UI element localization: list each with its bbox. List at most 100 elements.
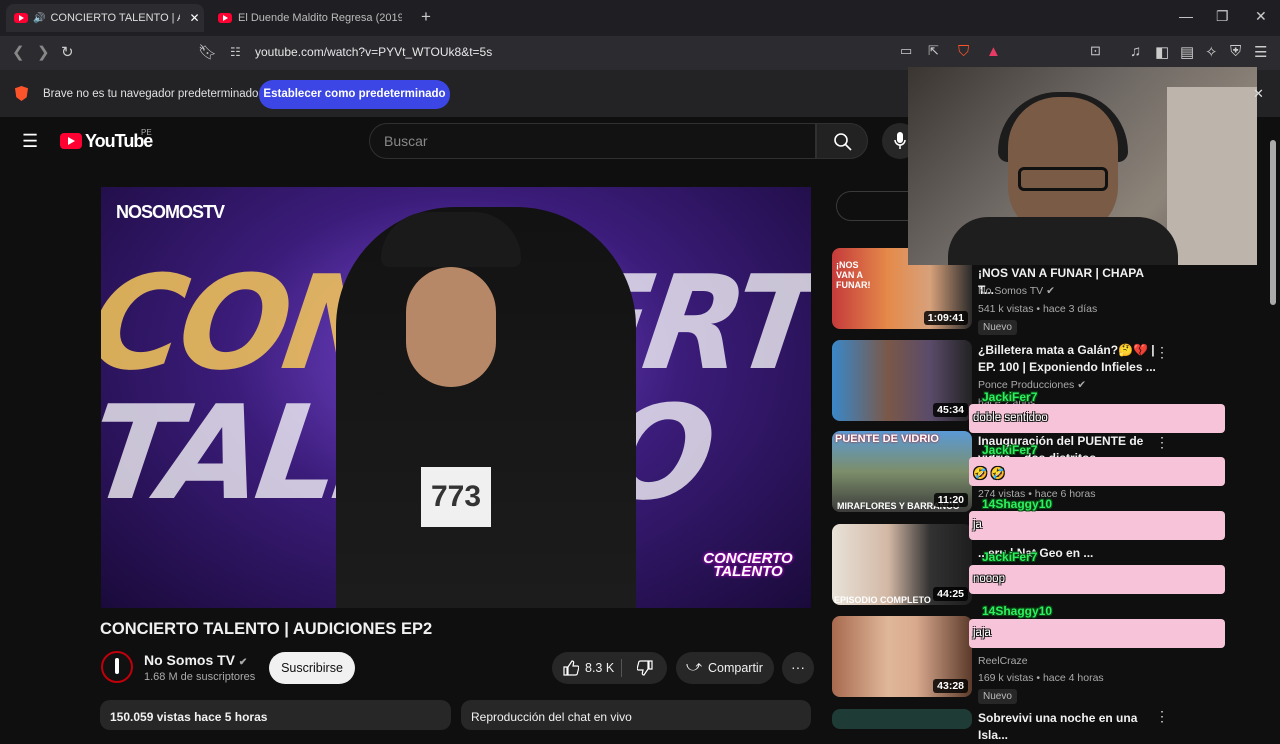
tab-title: El Duende Maldito Regresa (2019) Tr xyxy=(238,12,402,24)
scrollbar-thumb[interactable] xyxy=(1270,140,1276,305)
media-icon[interactable]: ♫ xyxy=(1130,43,1141,60)
related-title[interactable]: Sobrevivi una noche en una Isla... xyxy=(978,710,1158,744)
video-watermark: NOSOMOSTV xyxy=(116,202,225,222)
subscribe-button[interactable]: Suscribirse xyxy=(269,652,355,684)
more-actions-button[interactable]: ··· xyxy=(782,652,814,684)
bookmark-icon[interactable]: 🔖︎ xyxy=(198,43,217,61)
chat-message-bubble xyxy=(969,565,1225,594)
related-thumbnail[interactable]: PUENTE DE VIDRIO MIRAFLORES Y BARRANCO 1… xyxy=(832,431,972,512)
video-title: CONCIERTO TALENTO | AUDICIONES EP2 xyxy=(100,620,433,638)
new-tab-button[interactable]: + xyxy=(421,7,431,27)
channel-name[interactable]: No Somos TV ✔ xyxy=(144,652,247,668)
new-badge: Nuevo xyxy=(978,320,1017,335)
chat-message: 🤣 🤣 xyxy=(973,468,1005,480)
performer-face xyxy=(406,267,496,387)
video-player[interactable]: CON CIERTO TALENTO 773 NOSOMOSTV CONCIER… xyxy=(101,187,811,608)
microphone-icon xyxy=(894,132,906,149)
tab-inactive[interactable]: El Duende Maldito Regresa (2019) Tr xyxy=(212,4,402,32)
youtube-logo-icon[interactable] xyxy=(60,133,82,149)
chat-username: 14Shaggy10 xyxy=(982,604,1053,618)
search-icon xyxy=(834,133,852,151)
view-count: 150.059 vistas hace 5 horas xyxy=(110,710,268,724)
contestant-number: 773 xyxy=(421,467,491,527)
sidebar-toggle-icon[interactable]: ⊡ xyxy=(1090,43,1101,59)
thumbs-up-icon xyxy=(563,660,579,676)
forward-icon[interactable]: ❯ xyxy=(37,43,50,61)
search-input[interactable]: Buscar xyxy=(369,123,816,159)
set-default-button[interactable]: Establecer como predeterminado xyxy=(259,80,450,109)
more-options-icon[interactable]: ⋮ xyxy=(1155,434,1169,451)
brave-rewards-icon[interactable]: ▲ xyxy=(986,43,1001,60)
menu-icon[interactable]: ☰ xyxy=(1254,43,1267,61)
performer-figure xyxy=(336,207,636,608)
related-meta: 169 k vistas • hace 4 horas xyxy=(978,672,1104,684)
infobar-text: Brave no es tu navegador predeterminado xyxy=(43,88,259,100)
maximize-button[interactable]: ❐ xyxy=(1216,8,1229,25)
webcam-background xyxy=(1167,87,1257,265)
subscriber-count: 1.68 M de suscriptores xyxy=(144,671,256,683)
chat-username: JackiFer7 xyxy=(982,390,1038,404)
video-duration: 43:28 xyxy=(933,679,968,693)
related-meta: 541 k vistas • hace 3 días xyxy=(978,303,1098,315)
like-count[interactable]: 8.3 K xyxy=(585,661,614,675)
thumbnail-text: EPISODIO COMPLETO xyxy=(834,595,931,605)
panel-icon[interactable]: ◧ xyxy=(1155,43,1169,61)
browser-toolbar: ❮ ❯ ↻ 🔖︎ ☷ youtube.com/watch?v=PYVt_WTOU… xyxy=(0,36,1280,70)
tab-title: CONCIERTO TALENTO | AUDIC xyxy=(50,12,180,24)
more-options-icon[interactable]: ⋮ xyxy=(1155,344,1169,361)
minimize-button[interactable]: — xyxy=(1179,8,1193,24)
reload-icon[interactable]: ↻ xyxy=(61,43,74,61)
cast-icon[interactable]: ▭ xyxy=(900,43,912,59)
country-code: PE xyxy=(141,128,152,137)
site-settings-icon[interactable]: ☷ xyxy=(230,45,241,59)
wallet-icon[interactable]: ▤ xyxy=(1180,43,1194,61)
brave-shields-icon[interactable]: ⛉ xyxy=(958,43,969,60)
chat-username: JackiFer7 xyxy=(982,550,1038,564)
verified-icon: ✔ xyxy=(238,657,248,668)
share-icon: ⤻ xyxy=(686,658,703,675)
close-window-button[interactable]: ✕ xyxy=(1255,8,1267,25)
related-title[interactable]: ¿Billetera mata a Galán?🤔💔 | EP. 100 | E… xyxy=(978,342,1158,376)
leo-icon[interactable]: ✧ xyxy=(1205,43,1218,61)
show-logo: CONCIERTO TALENTO xyxy=(703,550,793,580)
thumbs-down-icon xyxy=(637,660,653,676)
verified-icon: ✔ xyxy=(1077,379,1087,391)
thumbnail-text: PUENTE DE VIDRIO xyxy=(835,433,939,445)
related-thumbnail[interactable]: EPISODIO COMPLETO 44:25 xyxy=(832,524,972,605)
video-duration: 44:25 xyxy=(933,587,968,601)
search-button[interactable] xyxy=(816,123,868,159)
related-channel[interactable]: ReelCraze xyxy=(978,655,1028,667)
chat-message-bubble xyxy=(969,619,1225,648)
chat-message: jaja xyxy=(973,627,991,639)
address-bar[interactable]: youtube.com/watch?v=PYVt_WTOUk8&t=5s xyxy=(255,45,492,59)
related-thumbnail[interactable] xyxy=(832,709,972,729)
channel-avatar[interactable] xyxy=(101,651,133,683)
related-thumbnail[interactable]: 45:34 xyxy=(832,340,972,421)
chat-username: 14Shaggy10 xyxy=(982,497,1053,511)
tab-active[interactable]: 🔊 CONCIERTO TALENTO | AUDIC ✕ xyxy=(6,4,204,32)
vpn-icon[interactable]: ⛨ xyxy=(1230,43,1241,60)
close-infobar-icon[interactable]: ✕ xyxy=(1253,86,1264,102)
speaker-icon[interactable]: 🔊 xyxy=(33,13,45,24)
verified-icon: ✔ xyxy=(1046,285,1055,297)
chat-username: JackiFer7 xyxy=(982,443,1038,457)
more-options-icon[interactable]: ⋮ xyxy=(1155,708,1169,725)
related-channel-text: No Somos TV xyxy=(978,285,1044,297)
youtube-favicon-icon xyxy=(14,13,28,23)
video-duration: 1:09:41 xyxy=(923,311,968,325)
share-label[interactable]: Compartir xyxy=(708,661,763,675)
back-icon[interactable]: ❮ xyxy=(12,43,25,61)
related-thumbnail[interactable]: 43:28 xyxy=(832,616,972,697)
hamburger-menu-icon[interactable]: ☰ xyxy=(22,131,38,152)
chat-message: ja xyxy=(973,519,982,531)
video-duration: 45:34 xyxy=(933,403,968,417)
webcam-overlay xyxy=(908,67,1257,265)
webcam-person-shirt xyxy=(948,217,1178,265)
related-channel[interactable]: No Somos TV ✔ xyxy=(978,285,1055,297)
chat-message: nooop xyxy=(973,573,1005,585)
youtube-favicon-icon xyxy=(218,13,232,23)
close-tab-icon[interactable]: ✕ xyxy=(189,11,199,25)
share-page-icon[interactable]: ⇱ xyxy=(928,43,939,59)
channel-name-text: No Somos TV xyxy=(144,652,236,668)
performer-cap xyxy=(381,212,521,267)
